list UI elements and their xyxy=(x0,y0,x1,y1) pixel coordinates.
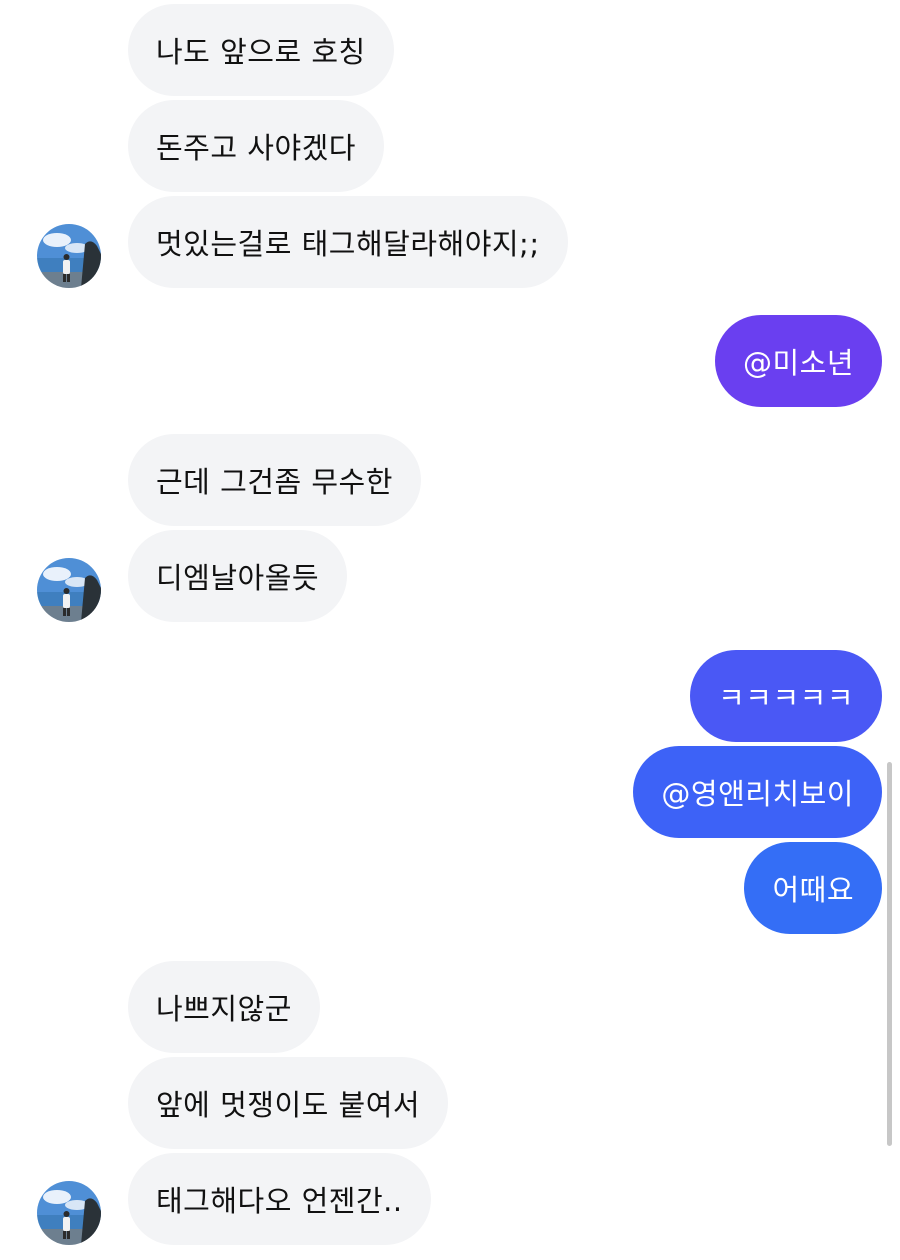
message-bubble-sent[interactable]: ㅋㅋㅋㅋㅋ xyxy=(690,650,882,742)
message-bubble-received[interactable]: 디엠날아올듯 xyxy=(128,530,348,622)
message-bubble-received[interactable]: 태그해다오 언젠간.. xyxy=(128,1153,431,1245)
message-text: 나도 앞으로 호칭 xyxy=(156,35,366,69)
message-bubble-received[interactable]: 앞에 멋쟁이도 붙여서 xyxy=(128,1057,449,1149)
message-bubble-received[interactable]: 멋있는걸로 태그해달라해야지;; xyxy=(128,196,568,288)
message-bubble-received[interactable]: 나도 앞으로 호칭 xyxy=(128,4,394,96)
message-text: @영앤리치보이 xyxy=(661,777,854,811)
message-text: 근데 그건좀 무수한 xyxy=(156,465,393,499)
avatar[interactable] xyxy=(37,224,101,288)
chat-thread: 나도 앞으로 호칭 돈주고 사야겠다 멋있는걸로 태그해달라해야지;; @미소년… xyxy=(0,0,900,1260)
message-text: ㅋㅋㅋㅋㅋ xyxy=(718,681,854,715)
message-bubble-sent[interactable]: @미소년 xyxy=(714,315,882,407)
message-text: 어때요 xyxy=(772,873,854,907)
scrollbar[interactable] xyxy=(887,762,892,1146)
message-text: 앞에 멋쟁이도 붙여서 xyxy=(156,1088,421,1122)
message-text: @미소년 xyxy=(742,346,854,380)
message-text: 멋있는걸로 태그해달라해야지;; xyxy=(156,227,540,261)
message-bubble-sent[interactable]: 어때요 xyxy=(744,842,882,934)
avatar[interactable] xyxy=(37,1181,101,1245)
message-bubble-received[interactable]: 돈주고 사야겠다 xyxy=(128,100,384,192)
profile-photo-icon xyxy=(37,224,101,288)
avatar[interactable] xyxy=(37,558,101,622)
message-text: 태그해다오 언젠간.. xyxy=(156,1184,403,1218)
message-text: 디엠날아올듯 xyxy=(156,561,320,595)
message-text: 돈주고 사야겠다 xyxy=(156,131,356,165)
profile-photo-icon xyxy=(37,558,101,622)
message-bubble-received[interactable]: 근데 그건좀 무수한 xyxy=(128,434,421,526)
message-text: 나쁘지않군 xyxy=(156,992,292,1026)
message-bubble-received[interactable]: 나쁘지않군 xyxy=(128,961,320,1053)
message-bubble-sent[interactable]: @영앤리치보이 xyxy=(633,746,882,838)
profile-photo-icon xyxy=(37,1181,101,1245)
